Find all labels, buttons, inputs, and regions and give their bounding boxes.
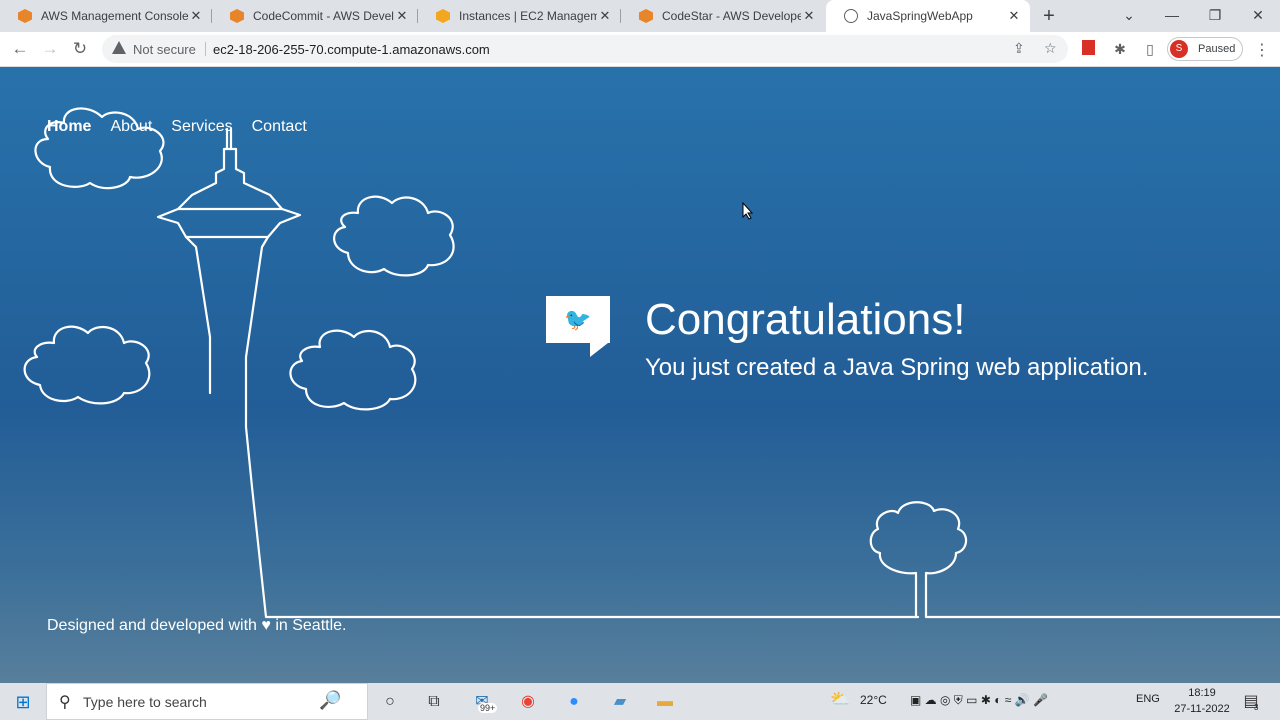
share-icon[interactable]: ⇪ xyxy=(1013,40,1025,57)
site-footer: Designed and developed with ♥ in Seattle… xyxy=(47,617,347,634)
tab-codecommit[interactable]: CodeCommit - AWS Develop ✕ xyxy=(212,0,418,32)
new-tab-button[interactable]: + xyxy=(1038,5,1060,27)
cloud-2 xyxy=(333,195,455,277)
search-placeholder: Type here to search xyxy=(83,694,207,710)
close-icon[interactable]: ✕ xyxy=(597,8,613,24)
aws-cube-icon xyxy=(436,9,450,23)
tab-javaspringwebapp[interactable]: JavaSpringWebApp ✕ xyxy=(826,0,1030,32)
cloud-4 xyxy=(289,329,417,411)
globe-icon xyxy=(844,9,858,23)
weather-icon[interactable]: ⛅ xyxy=(830,689,850,709)
tab-ec2-instances[interactable]: Instances | EC2 Management ✕ xyxy=(418,0,621,32)
taskbar-search[interactable]: ⚲ Type here to search 🔎 xyxy=(46,683,368,720)
tab-title: CodeCommit - AWS Develop xyxy=(253,9,394,23)
windows-start-icon[interactable]: ⊞ xyxy=(12,691,34,713)
tab-strip: AWS Management Console ✕ CodeCommit - AW… xyxy=(0,0,1280,32)
window-close-button[interactable]: ✕ xyxy=(1236,0,1280,32)
tab-codestar[interactable]: CodeStar - AWS Developer T ✕ xyxy=(621,0,825,32)
close-icon[interactable]: ✕ xyxy=(394,8,410,24)
app-icon[interactable]: ▰ xyxy=(609,691,631,713)
minimize-button[interactable]: — xyxy=(1150,0,1194,32)
web-page: Home About Services Contact 🐦 Congratula… xyxy=(0,67,1280,683)
kebab-menu-icon[interactable]: ⋮ xyxy=(1254,40,1270,60)
weather-temp[interactable]: 22°C xyxy=(860,693,887,707)
address-bar[interactable]: Not secure ec2-18-206-255-70.compute-1.a… xyxy=(102,35,1068,63)
browser-toolbar: ← → ↻ Not secure ec2-18-206-255-70.compu… xyxy=(0,32,1280,67)
profile-status: Paused xyxy=(1198,43,1236,55)
aws-cube-icon xyxy=(639,9,653,23)
nav-home-link[interactable]: Home xyxy=(47,118,91,136)
twitter-bird-icon: 🐦 xyxy=(564,307,592,332)
forward-button[interactable]: → xyxy=(38,37,62,61)
tab-search-chevron-icon[interactable]: ⌄ xyxy=(1107,0,1151,32)
extensions-puzzle-icon[interactable]: ✱ xyxy=(1112,41,1128,57)
chrome-icon[interactable]: ◉ xyxy=(517,691,539,713)
twitter-share-button[interactable]: 🐦 xyxy=(546,296,610,357)
extension-icon[interactable] xyxy=(1082,40,1095,55)
cloud-3 xyxy=(23,325,151,405)
tab-title: AWS Management Console xyxy=(41,9,188,23)
avatar: S xyxy=(1170,40,1188,58)
cortana-icon[interactable]: ○ xyxy=(379,691,401,713)
tab-title: JavaSpringWebApp xyxy=(867,9,973,23)
badge: 99+ xyxy=(478,703,498,713)
page-title: Congratulations! xyxy=(645,295,966,344)
url-text[interactable]: ec2-18-206-255-70.compute-1.amazonaws.co… xyxy=(213,42,490,57)
notification-icon[interactable]: ▤ xyxy=(1240,691,1262,713)
taskbar: ⊞ ⚲ Type here to search 🔎 ○ ⧉ ✉ 99+ ◉ ● … xyxy=(0,683,1280,720)
bookmark-star-icon[interactable]: ☆ xyxy=(1044,40,1057,57)
nav-contact-link[interactable]: Contact xyxy=(252,118,307,136)
notification-count: 3 xyxy=(1254,703,1259,712)
task-view-icon[interactable]: ⧉ xyxy=(423,691,445,713)
tab-title: CodeStar - AWS Developer T xyxy=(662,9,801,23)
nav-services-link[interactable]: Services xyxy=(171,118,232,136)
search-highlight-icon: 🔎 xyxy=(319,690,342,710)
back-button[interactable]: ← xyxy=(8,37,32,61)
divider xyxy=(205,42,206,56)
restore-button[interactable]: ❐ xyxy=(1193,0,1237,32)
tray-icons[interactable]: ▣ ☁ ◎ ⛨ ▭ ✱ ◐ ≈ 🔊 🎤 xyxy=(910,693,1048,708)
warning-icon xyxy=(112,41,126,54)
tab-title: Instances | EC2 Management xyxy=(459,9,597,23)
page-subtitle: You just created a Java Spring web appli… xyxy=(645,354,1149,381)
space-needle-deck xyxy=(176,207,284,239)
security-label[interactable]: Not secure xyxy=(133,42,196,57)
side-panel-icon[interactable]: ▯ xyxy=(1142,41,1158,57)
mouse-cursor-icon xyxy=(742,202,754,220)
nav-about-link[interactable]: About xyxy=(110,118,152,136)
clock-date: 27-11-2022 xyxy=(1174,703,1230,715)
search-icon: ⚲ xyxy=(59,694,71,711)
clock-time: 18:19 xyxy=(1188,687,1216,699)
site-nav: Home About Services Contact xyxy=(47,118,307,136)
reload-button[interactable]: ↻ xyxy=(68,37,92,61)
aws-cube-icon xyxy=(18,9,32,23)
close-icon[interactable]: ✕ xyxy=(1006,8,1022,24)
aws-cube-icon xyxy=(230,9,244,23)
file-explorer-icon[interactable]: ▬ xyxy=(654,691,676,713)
profile-button[interactable]: S Paused xyxy=(1167,37,1243,61)
close-icon[interactable]: ✕ xyxy=(188,8,204,24)
clock[interactable]: 18:19 27-11-2022 xyxy=(1172,685,1232,717)
zoom-icon[interactable]: ● xyxy=(563,691,585,713)
tree xyxy=(869,501,1280,619)
tab-aws-console[interactable]: AWS Management Console ✕ xyxy=(0,0,212,32)
close-icon[interactable]: ✕ xyxy=(801,8,817,24)
language-indicator[interactable]: ENG xyxy=(1136,693,1160,705)
